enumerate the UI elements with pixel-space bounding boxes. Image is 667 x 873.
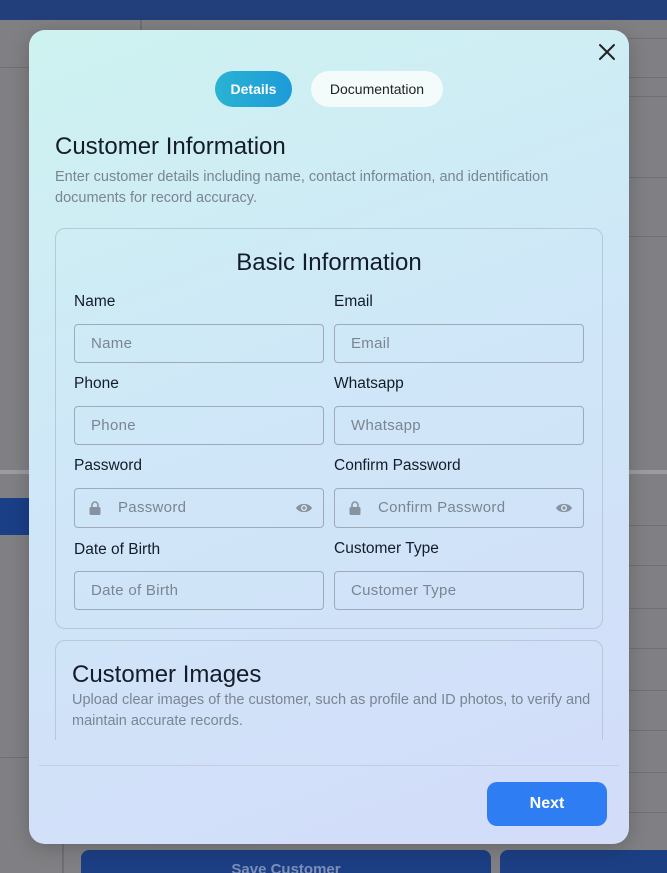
dob-placeholder: Date of Birth <box>91 582 179 599</box>
name-field[interactable]: Name <box>74 324 324 363</box>
bg-divider <box>628 648 667 649</box>
password-placeholder: Password <box>118 499 187 516</box>
email-label: Email <box>334 293 373 310</box>
password-label: Password <box>74 457 143 474</box>
lock-icon <box>349 501 361 515</box>
bg-divider <box>628 177 667 178</box>
confirm-password-field[interactable]: Confirm Password <box>334 488 584 528</box>
customer-images-card: Customer Images Upload clear images of t… <box>55 640 603 740</box>
whatsapp-label: Whatsapp <box>334 375 404 392</box>
confirm-password-placeholder: Confirm Password <box>378 499 506 516</box>
phone-field[interactable]: Phone <box>74 406 324 445</box>
bg-divider <box>628 565 667 566</box>
bg-divider <box>0 67 30 68</box>
email-placeholder: Email <box>351 335 391 352</box>
tab-documentation[interactable]: Documentation <box>311 71 443 107</box>
section-description: Enter customer details including name, c… <box>55 169 549 206</box>
modal-scroll-area[interactable]: Customer Information Enter customer deta… <box>29 120 629 740</box>
password-field[interactable]: Password <box>74 488 324 528</box>
customer-type-field[interactable]: Customer Type <box>334 571 584 610</box>
tab-details[interactable]: Details <box>215 71 292 107</box>
phone-placeholder: Phone <box>91 417 136 434</box>
customer-modal: Details Documentation Customer Informati… <box>29 30 629 844</box>
images-title: Customer Images <box>72 661 262 688</box>
name-placeholder: Name <box>91 335 133 352</box>
bg-divider <box>628 772 667 773</box>
dob-field[interactable]: Date of Birth <box>74 571 324 610</box>
bg-divider <box>628 730 667 731</box>
save-customer-button[interactable]: Save Customer <box>81 850 491 873</box>
bg-divider <box>62 843 64 873</box>
lock-icon <box>89 501 101 515</box>
section-title: Customer Information <box>55 133 286 160</box>
bg-sidebar-active-item <box>0 498 30 535</box>
bg-divider <box>628 38 667 39</box>
app-topbar <box>0 0 667 20</box>
bg-divider <box>628 96 667 97</box>
images-description: Upload clear images of the customer, suc… <box>72 692 591 729</box>
card-title: Basic Information <box>236 249 422 276</box>
next-button[interactable]: Next <box>487 782 607 826</box>
eye-icon[interactable] <box>555 500 573 516</box>
bg-divider <box>628 690 667 691</box>
eye-icon[interactable] <box>295 500 313 516</box>
customer-type-placeholder: Customer Type <box>351 582 457 599</box>
phone-label: Phone <box>74 375 119 392</box>
email-field[interactable]: Email <box>334 324 584 363</box>
name-label: Name <box>74 293 116 310</box>
bg-divider <box>628 77 667 78</box>
bg-divider <box>628 236 667 237</box>
whatsapp-field[interactable]: Whatsapp <box>334 406 584 445</box>
footer-divider <box>39 765 619 766</box>
whatsapp-placeholder: Whatsapp <box>351 417 421 434</box>
modal-tabs: Details Documentation <box>29 71 629 107</box>
secondary-button[interactable] <box>500 850 667 873</box>
bg-divider <box>628 608 667 609</box>
bg-divider <box>628 525 667 526</box>
basic-information-card: Basic Information Name Name Email Email … <box>55 228 603 629</box>
bg-divider <box>0 757 30 758</box>
confirm-password-label: Confirm Password <box>334 457 461 474</box>
close-icon[interactable] <box>595 40 619 64</box>
dob-label: Date of Birth <box>74 541 161 558</box>
customer-type-label: Customer Type <box>334 540 439 557</box>
bg-divider <box>628 812 667 813</box>
